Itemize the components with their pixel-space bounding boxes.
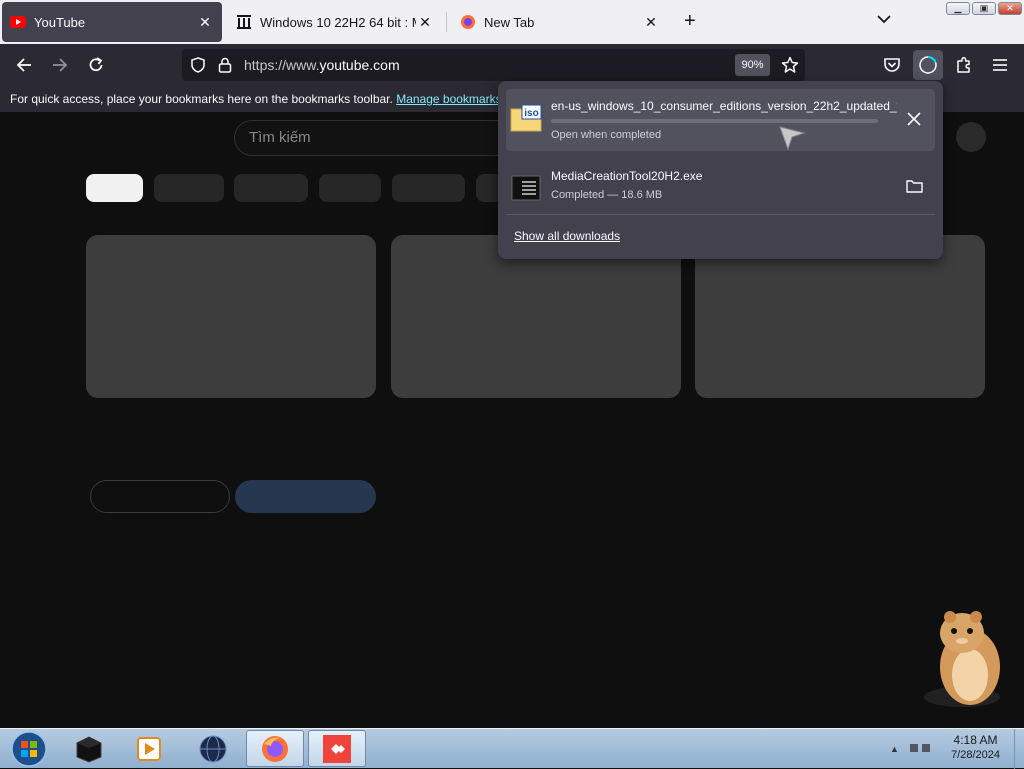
arrow-right-icon	[53, 58, 68, 72]
manage-bookmarks-link[interactable]: Manage bookmarks…	[396, 92, 513, 106]
app-menu-button[interactable]	[985, 50, 1015, 80]
download-progress-bar	[551, 119, 878, 123]
close-tab-icon[interactable]: ✕	[416, 14, 434, 31]
youtube-icon	[10, 14, 26, 30]
tab-label: Windows 10 22H2 64 bit : Micro	[260, 14, 416, 30]
taskbar-app-terminal[interactable]	[60, 730, 118, 767]
close-tab-icon[interactable]: ✕	[196, 14, 214, 31]
url-host: youtube.com	[319, 57, 400, 73]
tab-windows-download[interactable]: Windows 10 22H2 64 bit : Micro ✕	[228, 2, 442, 42]
skeleton-button[interactable]	[90, 480, 230, 513]
system-clock[interactable]: 4:18 AM 7/28/2024	[951, 733, 1000, 763]
media-player-icon	[137, 736, 161, 761]
windows-taskbar: ▲ 4:18 AM 7/28/2024	[0, 728, 1024, 769]
video-card-placeholder[interactable]	[86, 235, 376, 398]
folder-icon[interactable]	[906, 179, 923, 196]
windows-orb-icon	[11, 730, 47, 767]
mouse-cursor-icon	[778, 125, 806, 154]
anydesk-icon	[323, 734, 351, 763]
lock-icon[interactable]	[218, 57, 232, 78]
taskbar-app-firefox[interactable]	[246, 730, 304, 767]
download-status: Completed — 18.6 MB	[551, 189, 663, 201]
firefox-icon	[262, 735, 288, 762]
filter-chip[interactable]	[234, 174, 308, 202]
navigation-toolbar: https://www.youtube.com 90%	[0, 44, 1024, 86]
download-item-iso[interactable]: iso en-us_windows_10_consumer_editions_v…	[506, 89, 935, 151]
bookmark-star-icon[interactable]	[781, 56, 799, 79]
download-progress-icon	[919, 56, 937, 74]
skeleton-button-primary[interactable]	[235, 480, 376, 513]
divider	[506, 214, 935, 215]
download-item-exe[interactable]: MediaCreationTool20H2.exe Completed — 18…	[506, 159, 935, 221]
download-status: Open when completed	[551, 129, 662, 141]
iso-file-icon: iso	[510, 103, 542, 133]
taskbar-app-globe[interactable]	[184, 730, 242, 767]
tab-youtube[interactable]: YouTube ✕	[2, 2, 222, 42]
puzzle-icon	[957, 56, 970, 73]
chevron-down-icon	[877, 15, 891, 24]
pocket-button[interactable]	[877, 50, 907, 80]
clock-date: 7/28/2024	[951, 749, 1000, 761]
show-desktop-button[interactable]	[1014, 729, 1024, 769]
taskbar-app-anydesk[interactable]	[308, 730, 366, 767]
bookmarks-message: For quick access, place your bookmarks h…	[10, 92, 393, 106]
tab-divider	[446, 12, 447, 32]
avatar[interactable]	[956, 122, 986, 152]
network-icon[interactable]	[910, 744, 918, 752]
tab-new-tab[interactable]: New Tab ✕	[452, 2, 668, 42]
exe-file-icon	[510, 173, 542, 203]
video-card-placeholder[interactable]	[695, 235, 985, 398]
filter-chip[interactable]	[319, 174, 381, 202]
clock-time: 4:18 AM	[953, 733, 998, 747]
url-prefix: https://www.	[244, 57, 320, 73]
pocket-icon	[884, 58, 900, 72]
downloads-panel: iso en-us_windows_10_consumer_editions_v…	[498, 81, 943, 259]
firefox-icon	[460, 14, 476, 30]
search-input[interactable]: Tìm kiếm	[234, 120, 534, 156]
url-text[interactable]: https://www.youtube.com	[244, 57, 400, 73]
cancel-download-icon[interactable]	[906, 111, 922, 130]
black-box-icon	[76, 735, 102, 763]
close-window-button[interactable]: ✕	[998, 2, 1022, 15]
forward-button[interactable]	[45, 50, 75, 80]
list-all-tabs-button[interactable]	[876, 12, 892, 30]
minimize-button[interactable]: ▁	[946, 2, 970, 15]
filter-chip[interactable]	[154, 174, 224, 202]
zoom-level-button[interactable]: 90%	[735, 54, 770, 76]
tab-label: YouTube	[34, 14, 86, 30]
filter-chip[interactable]	[86, 174, 143, 202]
download-filename: MediaCreationTool20H2.exe	[551, 169, 703, 183]
show-hidden-icons-button[interactable]: ▲	[890, 744, 899, 754]
taskbar-app-media-player[interactable]	[120, 730, 178, 767]
show-all-downloads-button[interactable]: Show all downloads	[506, 225, 628, 247]
extensions-button[interactable]	[949, 50, 979, 80]
filter-chip[interactable]	[392, 174, 465, 202]
arrow-left-icon	[16, 58, 31, 72]
volume-icon[interactable]	[922, 744, 930, 752]
archive-org-icon	[236, 14, 252, 30]
svg-text:iso: iso	[524, 108, 538, 119]
reload-icon	[89, 57, 103, 72]
back-button[interactable]	[9, 50, 39, 80]
tab-strip: YouTube ✕ Windows 10 22H2 64 bit : Micro…	[0, 0, 1024, 44]
reload-button[interactable]	[81, 50, 111, 80]
download-filename: en-us_windows_10_consumer_editions_versi…	[551, 99, 897, 113]
video-card-placeholder[interactable]	[391, 235, 681, 398]
url-bar[interactable]: https://www.youtube.com 90%	[182, 49, 805, 81]
close-tab-icon[interactable]: ✕	[642, 14, 660, 31]
tab-label: New Tab	[484, 14, 535, 30]
start-button[interactable]	[0, 730, 58, 767]
globe-icon	[199, 735, 227, 762]
downloads-button[interactable]	[913, 50, 943, 80]
hamster-sticker-image	[920, 605, 1010, 710]
maximize-button[interactable]: ▣	[972, 2, 996, 15]
new-tab-button[interactable]: +	[684, 10, 696, 33]
hamburger-menu-icon	[993, 59, 1007, 71]
shield-icon[interactable]	[190, 57, 206, 78]
